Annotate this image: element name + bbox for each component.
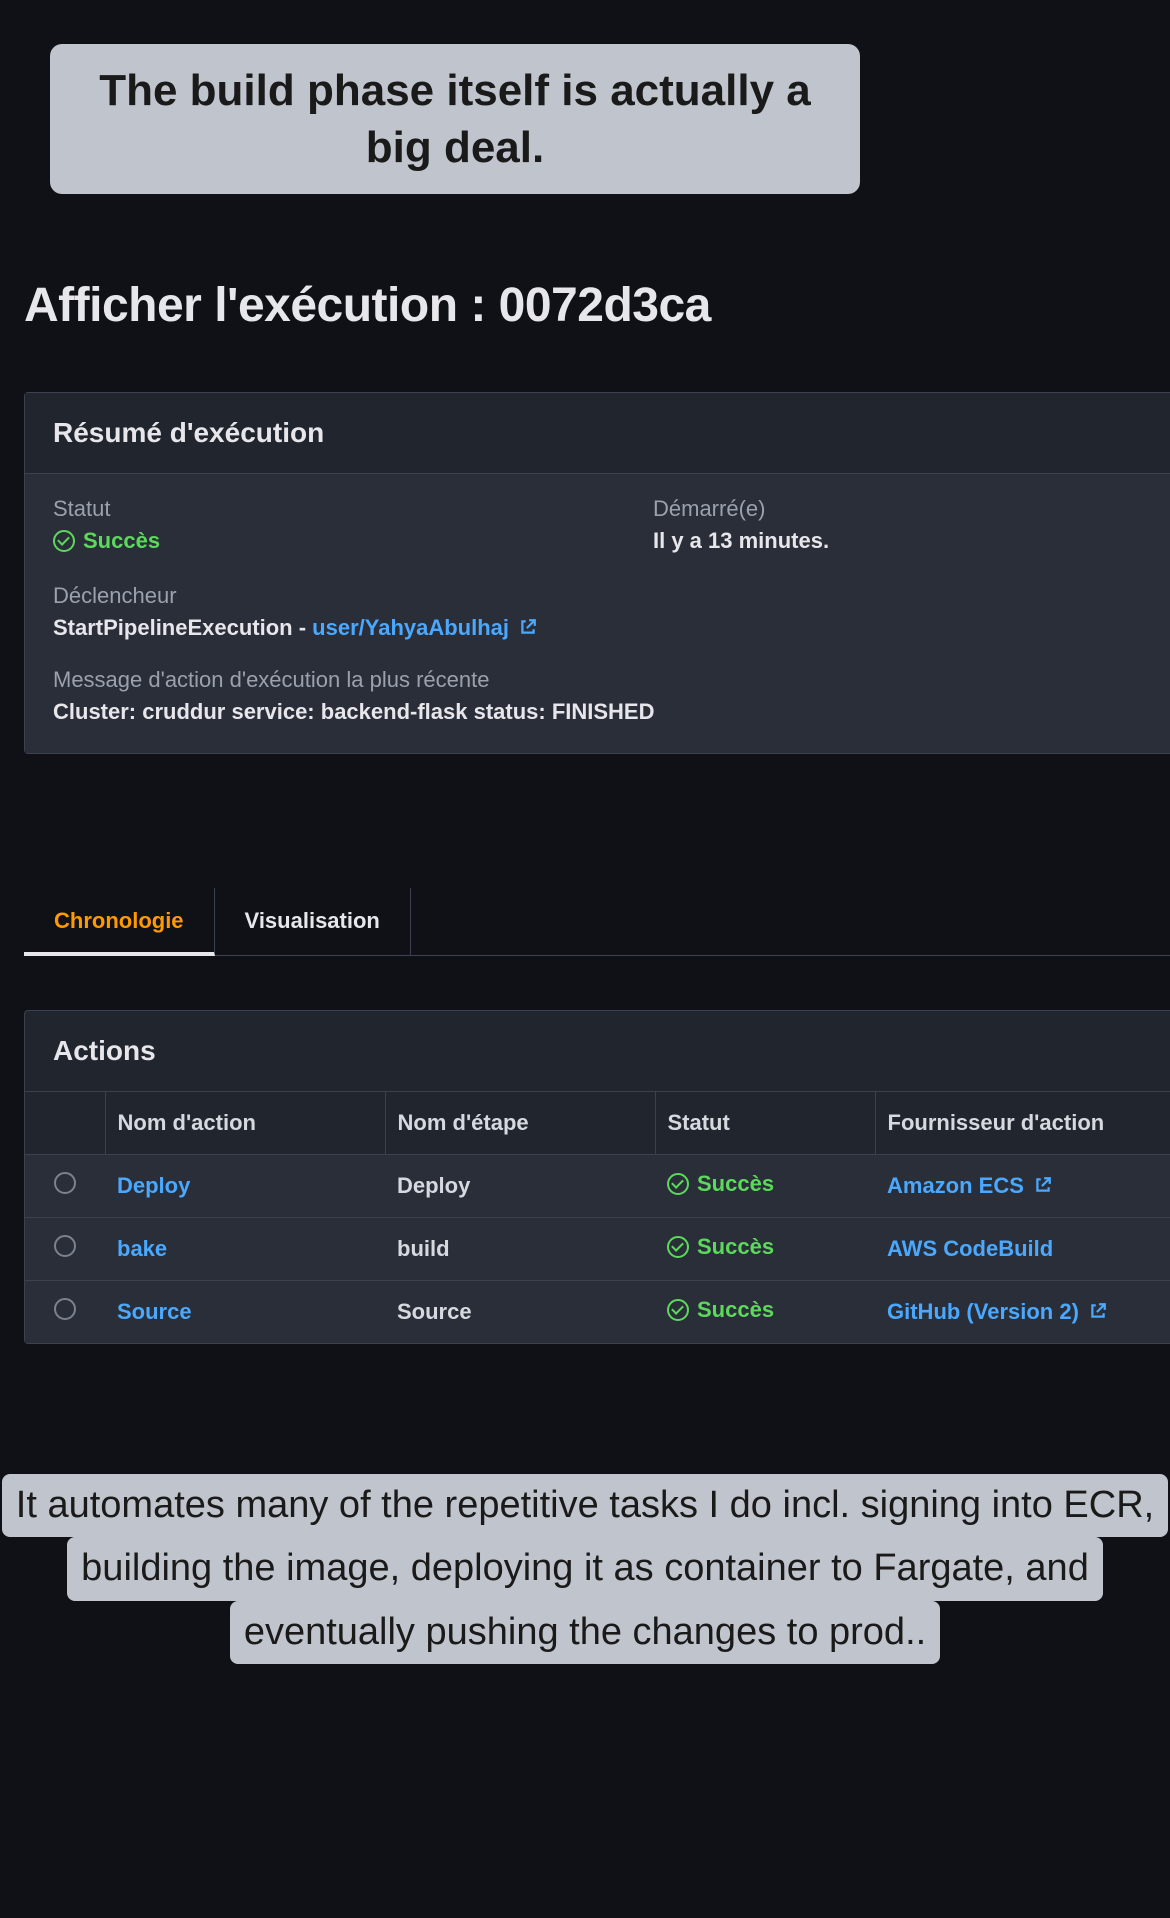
caption-bottom-line: eventually pushing the changes to prod.. [230, 1601, 940, 1664]
tab-chronologie[interactable]: Chronologie [24, 888, 215, 956]
status-text: Succès [83, 528, 160, 554]
page-title: Afficher l'exécution : 0072d3ca [24, 278, 711, 333]
row-radio-cell[interactable] [25, 1218, 105, 1281]
success-check-icon [53, 530, 75, 552]
status-label: Statut [53, 496, 613, 522]
started-label: Démarré(e) [653, 496, 829, 522]
stage-name: Source [385, 1281, 655, 1344]
caption-bottom-line: It automates many of the repetitive task… [2, 1474, 1168, 1537]
status-text: Succès [697, 1297, 774, 1323]
caption-bottom-line: building the image, deploying it as cont… [67, 1537, 1103, 1600]
caption-top: The build phase itself is actually a big… [50, 44, 860, 194]
started-value: Il y a 13 minutes. [653, 528, 829, 554]
row-status: Succès [655, 1281, 875, 1344]
recent-message-label: Message d'action d'exécution la plus réc… [53, 667, 1142, 693]
summary-header: Résumé d'exécution [25, 393, 1170, 474]
tab-visualisation[interactable]: Visualisation [215, 888, 411, 955]
action-name-link[interactable]: Source [105, 1281, 385, 1344]
table-row: DeployDeploy Succès Amazon ECS [25, 1155, 1170, 1218]
row-status: Succès [655, 1155, 875, 1218]
table-row: SourceSource Succès GitHub (Version 2) [25, 1281, 1170, 1344]
summary-body: Statut Succès Démarré(e) Il y a 13 minut… [25, 474, 1170, 753]
trigger-label: Déclencheur [53, 583, 1142, 609]
execution-summary-panel: Résumé d'exécution Statut Succès Démarré… [24, 392, 1170, 754]
radio-icon[interactable] [54, 1298, 76, 1320]
stage-name: Deploy [385, 1155, 655, 1218]
external-link-icon [519, 616, 537, 634]
provider-link[interactable]: AWS CodeBuild [875, 1218, 1170, 1281]
provider-link[interactable]: Amazon ECS [875, 1155, 1170, 1218]
trigger-value: StartPipelineExecution - user/YahyaAbulh… [53, 615, 1142, 641]
action-name-link[interactable]: bake [105, 1218, 385, 1281]
radio-icon[interactable] [54, 1235, 76, 1257]
table-row: bakebuild Succès AWS CodeBuild [25, 1218, 1170, 1281]
trigger-prefix: StartPipelineExecution - [53, 615, 312, 640]
col-select [25, 1092, 105, 1155]
stage-name: build [385, 1218, 655, 1281]
success-check-icon [667, 1173, 689, 1195]
status-text: Succès [697, 1171, 774, 1197]
col-action-name[interactable]: Nom d'action [105, 1092, 385, 1155]
col-stage-name[interactable]: Nom d'étape [385, 1092, 655, 1155]
trigger-user-link[interactable]: user/YahyaAbulhaj [312, 615, 509, 640]
external-link-icon [1089, 1300, 1107, 1318]
caption-bottom: It automates many of the repetitive task… [40, 1474, 1130, 1664]
row-radio-cell[interactable] [25, 1155, 105, 1218]
status-text: Succès [697, 1234, 774, 1260]
recent-message-value: Cluster: cruddur service: backend-flask … [53, 699, 1142, 725]
external-link-icon [1034, 1174, 1052, 1192]
col-provider[interactable]: Fournisseur d'action [875, 1092, 1170, 1155]
status-value: Succès [53, 528, 160, 554]
provider-link[interactable]: GitHub (Version 2) [875, 1281, 1170, 1344]
action-name-link[interactable]: Deploy [105, 1155, 385, 1218]
tabs: Chronologie Visualisation [24, 888, 1170, 956]
actions-table: Nom d'action Nom d'étape Statut Fourniss… [25, 1092, 1170, 1343]
success-check-icon [667, 1299, 689, 1321]
radio-icon[interactable] [54, 1172, 76, 1194]
actions-header: Actions [25, 1011, 1170, 1092]
col-status[interactable]: Statut [655, 1092, 875, 1155]
row-status: Succès [655, 1218, 875, 1281]
row-radio-cell[interactable] [25, 1281, 105, 1344]
actions-panel: Actions Nom d'action Nom d'étape Statut … [24, 1010, 1170, 1344]
success-check-icon [667, 1236, 689, 1258]
